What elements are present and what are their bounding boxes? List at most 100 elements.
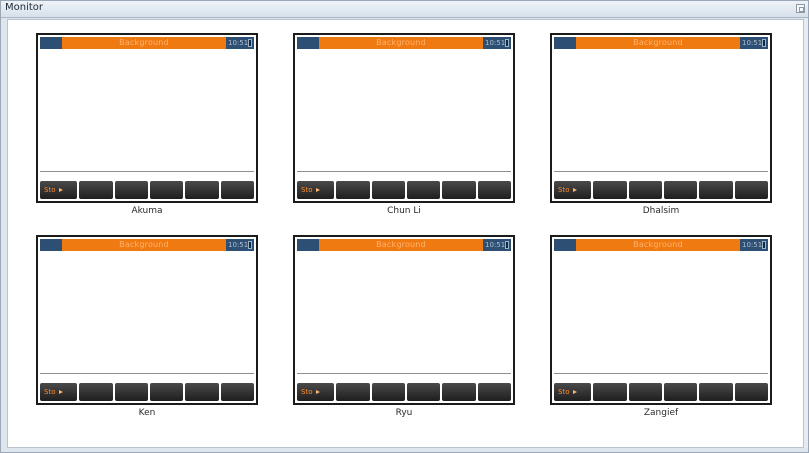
soft-key-3[interactable]: [371, 383, 405, 401]
device-screen[interactable]: Background 10:51 Sto: [36, 235, 258, 405]
soft-key-6[interactable]: [734, 383, 768, 401]
status-right-block: 10:51: [483, 37, 511, 49]
soft-key-2[interactable]: [593, 383, 627, 401]
soft-key-label: Sto: [301, 388, 313, 396]
soft-key-2[interactable]: [79, 383, 113, 401]
soft-key-3[interactable]: [114, 383, 148, 401]
soft-key-4[interactable]: [663, 181, 698, 199]
status-text: Background: [633, 38, 683, 47]
soft-key-3[interactable]: [628, 383, 662, 401]
soft-key-5[interactable]: [699, 181, 733, 199]
clock: 10:51: [485, 241, 506, 249]
soft-key-bar: Sto: [554, 181, 768, 199]
soft-key-sto[interactable]: Sto: [40, 181, 78, 199]
device-screen[interactable]: Background 10:51 Sto: [550, 33, 772, 203]
device-tile-ken[interactable]: Background 10:51 Sto Ken: [36, 235, 258, 421]
soft-key-6[interactable]: [734, 181, 768, 199]
status-left-block: [297, 239, 319, 251]
device-screen[interactable]: Background 10:51 Sto: [293, 33, 515, 203]
soft-key-2[interactable]: [336, 181, 370, 199]
soft-key-6[interactable]: [220, 181, 254, 199]
status-left-block: [554, 239, 576, 251]
device-screen[interactable]: Background 10:51 Sto: [293, 235, 515, 405]
title-bar: Monitor: [1, 1, 808, 18]
soft-key-bar: Sto: [297, 383, 511, 401]
soft-key-5[interactable]: [442, 383, 476, 401]
arrow-right-icon: [573, 390, 578, 394]
arrow-right-icon: [573, 188, 578, 192]
arrow-right-icon: [59, 390, 64, 394]
soft-key-4[interactable]: [406, 181, 441, 199]
divider: [40, 373, 254, 374]
soft-key-3[interactable]: [628, 181, 662, 199]
divider: [40, 171, 254, 172]
device-name: Akuma: [131, 206, 163, 216]
soft-key-5[interactable]: [185, 181, 219, 199]
soft-key-5[interactable]: [442, 181, 476, 199]
soft-key-5[interactable]: [185, 383, 219, 401]
soft-key-sto[interactable]: Sto: [40, 383, 78, 401]
soft-key-label: Sto: [558, 186, 570, 194]
soft-key-6[interactable]: [220, 383, 254, 401]
soft-key-3[interactable]: [371, 181, 405, 199]
soft-key-4[interactable]: [663, 383, 698, 401]
soft-key-6[interactable]: [477, 383, 511, 401]
status-text: Background: [119, 240, 169, 249]
divider: [297, 171, 511, 172]
status-right-block: 10:51: [226, 239, 254, 251]
device-tile-chun-li[interactable]: Background 10:51 Sto Chun Li: [293, 33, 515, 219]
status-text: Background: [376, 38, 426, 47]
device-screen[interactable]: Background 10:51 Sto: [36, 33, 258, 203]
device-name: Chun Li: [387, 206, 421, 216]
status-right-block: 10:51: [740, 37, 768, 49]
maximize-button[interactable]: [796, 4, 805, 13]
status-text: Background: [633, 240, 683, 249]
status-text: Background: [376, 240, 426, 249]
soft-key-label: Sto: [558, 388, 570, 396]
status-bar: Background 10:51: [554, 37, 768, 49]
soft-key-bar: Sto: [297, 181, 511, 199]
status-left-block: [40, 37, 62, 49]
soft-key-sto[interactable]: Sto: [297, 181, 335, 199]
divider: [297, 373, 511, 374]
device-name: Ryu: [395, 408, 413, 418]
soft-key-4[interactable]: [149, 383, 184, 401]
clock: 10:51: [485, 39, 506, 47]
soft-key-2[interactable]: [593, 181, 627, 199]
soft-key-5[interactable]: [699, 383, 733, 401]
device-tile-zangief[interactable]: Background 10:51 Sto Zangief: [550, 235, 772, 421]
soft-key-sto[interactable]: Sto: [297, 383, 335, 401]
arrow-right-icon: [59, 188, 64, 192]
soft-key-6[interactable]: [477, 181, 511, 199]
divider: [554, 373, 768, 374]
battery-icon: [762, 39, 766, 47]
status-bar: Background 10:51: [297, 239, 511, 251]
status-right-block: 10:51: [483, 239, 511, 251]
status-bar: Background 10:51: [554, 239, 768, 251]
device-tile-akuma[interactable]: Background 10:51 Sto Akuma: [36, 33, 258, 219]
soft-key-bar: Sto: [40, 383, 254, 401]
soft-key-sto[interactable]: Sto: [554, 383, 592, 401]
vertical-scrollbar[interactable]: [804, 19, 808, 448]
soft-key-sto[interactable]: Sto: [554, 181, 592, 199]
device-name: Zangief: [643, 408, 679, 418]
soft-key-label: Sto: [301, 186, 313, 194]
device-screen[interactable]: Background 10:51 Sto: [550, 235, 772, 405]
soft-key-2[interactable]: [336, 383, 370, 401]
arrow-right-icon: [316, 188, 321, 192]
device-tile-ryu[interactable]: Background 10:51 Sto Ryu: [293, 235, 515, 421]
divider: [554, 171, 768, 172]
clock: 10:51: [228, 241, 249, 249]
battery-icon: [505, 241, 509, 249]
soft-key-4[interactable]: [406, 383, 441, 401]
soft-key-3[interactable]: [114, 181, 148, 199]
window-title: Monitor: [5, 2, 44, 13]
device-tile-dhalsim[interactable]: Background 10:51 Sto Dhalsim: [550, 33, 772, 219]
device-name: Ken: [138, 408, 156, 418]
monitor-window: Monitor Background 10:51 Sto Akuma Backg…: [0, 0, 809, 453]
device-name: Dhalsim: [642, 206, 680, 216]
status-right-block: 10:51: [740, 239, 768, 251]
status-bar: Background 10:51: [297, 37, 511, 49]
soft-key-2[interactable]: [79, 181, 113, 199]
soft-key-4[interactable]: [149, 181, 184, 199]
